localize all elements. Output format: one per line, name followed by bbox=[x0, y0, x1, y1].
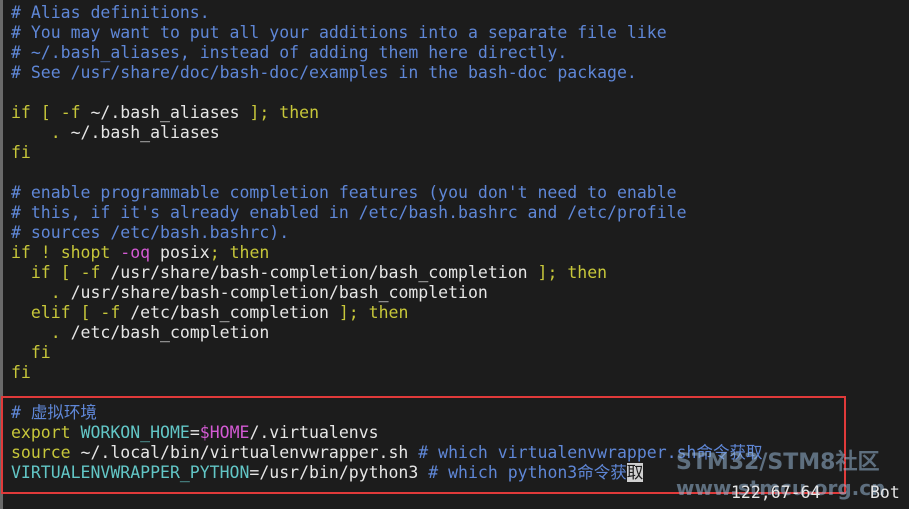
code-token: . bbox=[50, 283, 61, 302]
code-token: ; bbox=[209, 243, 220, 262]
code-token: /usr/share/bash-completion/bash_completi… bbox=[60, 283, 488, 302]
code-token: shopt bbox=[60, 243, 111, 262]
code-token: # ~/.bash_aliases, instead of adding the… bbox=[11, 43, 568, 62]
code-token: fi bbox=[11, 343, 51, 362]
code-token: # See /usr/share/doc/bash-doc/examples i… bbox=[11, 63, 637, 82]
editor-line: if [ -f /usr/share/bash-completion/bash_… bbox=[11, 263, 762, 283]
code-token: # Alias definitions. bbox=[11, 3, 210, 22]
status-scroll-indicator: Bot bbox=[870, 483, 900, 502]
code-token: if bbox=[11, 263, 51, 282]
editor-line: . /usr/share/bash-completion/bash_comple… bbox=[11, 283, 762, 303]
code-token: if bbox=[11, 243, 31, 262]
code-token: ~/.bash_aliases bbox=[60, 123, 220, 142]
editor-line: fi bbox=[11, 363, 762, 383]
code-token: -oq bbox=[110, 243, 151, 262]
code-token: # this, if it's already enabled in /etc/… bbox=[11, 203, 687, 222]
code-token: then bbox=[557, 263, 608, 282]
code-token: [ bbox=[50, 263, 81, 282]
code-token: # sources /etc/bash.bashrc). bbox=[11, 223, 290, 242]
code-token: /usr/share/bash-completion/bash_completi… bbox=[100, 263, 538, 282]
terminal-vim-window[interactable]: # Alias definitions. # You may want to pu… bbox=[0, 0, 909, 509]
editor-line: # enable programmable completion feature… bbox=[11, 183, 762, 203]
code-token: ]; bbox=[249, 103, 270, 122]
code-token: # enable programmable completion feature… bbox=[11, 183, 677, 202]
code-token: -f bbox=[60, 103, 81, 122]
editor-line: . /etc/bash_completion bbox=[11, 323, 762, 343]
code-token: fi bbox=[11, 363, 31, 382]
code-token: -f bbox=[100, 303, 121, 322]
code-token: . bbox=[50, 123, 61, 142]
code-token: . bbox=[50, 323, 61, 342]
code-token: then bbox=[219, 243, 270, 262]
code-token: -f bbox=[80, 263, 101, 282]
code-token: ]; bbox=[338, 303, 359, 322]
editor-line: # this, if it's already enabled in /etc/… bbox=[11, 203, 762, 223]
code-token: /etc/bash_completion bbox=[60, 323, 270, 342]
code-token: # You may want to put all your additions… bbox=[11, 23, 667, 42]
code-token: [ bbox=[70, 303, 101, 322]
code-token: then bbox=[358, 303, 409, 322]
editor-line: elif [ -f /etc/bash_completion ]; then bbox=[11, 303, 762, 323]
editor-line: # sources /etc/bash.bashrc). bbox=[11, 223, 762, 243]
code-token: elif bbox=[11, 303, 71, 322]
code-token: ]; bbox=[537, 263, 558, 282]
code-token: then bbox=[269, 103, 319, 122]
editor-line: fi bbox=[11, 143, 762, 163]
editor-line: if [ -f ~/.bash_aliases ]; then bbox=[11, 103, 762, 123]
code-token: /etc/bash_completion bbox=[120, 303, 339, 322]
editor-line: if ! shopt -oq posix; then bbox=[11, 243, 762, 263]
editor-line: # ~/.bash_aliases, instead of adding the… bbox=[11, 43, 762, 63]
status-cursor-position: 122,67-64 bbox=[731, 483, 821, 502]
editor-line: # You may want to put all your additions… bbox=[11, 23, 762, 43]
code-token: ! bbox=[30, 243, 61, 262]
code-token: [ bbox=[30, 103, 61, 122]
watermark-line-1: STM32/STM8社区 bbox=[676, 450, 880, 475]
editor-line: # Alias definitions. bbox=[11, 3, 762, 23]
editor-line: . ~/.bash_aliases bbox=[11, 123, 762, 143]
code-token: if bbox=[11, 103, 31, 122]
code-token: ~/.bash_aliases bbox=[80, 103, 250, 122]
code-token: posix bbox=[150, 243, 210, 262]
editor-line: # See /usr/share/doc/bash-doc/examples i… bbox=[11, 63, 762, 83]
code-token: fi bbox=[11, 143, 31, 162]
editor-line: fi bbox=[11, 343, 762, 363]
